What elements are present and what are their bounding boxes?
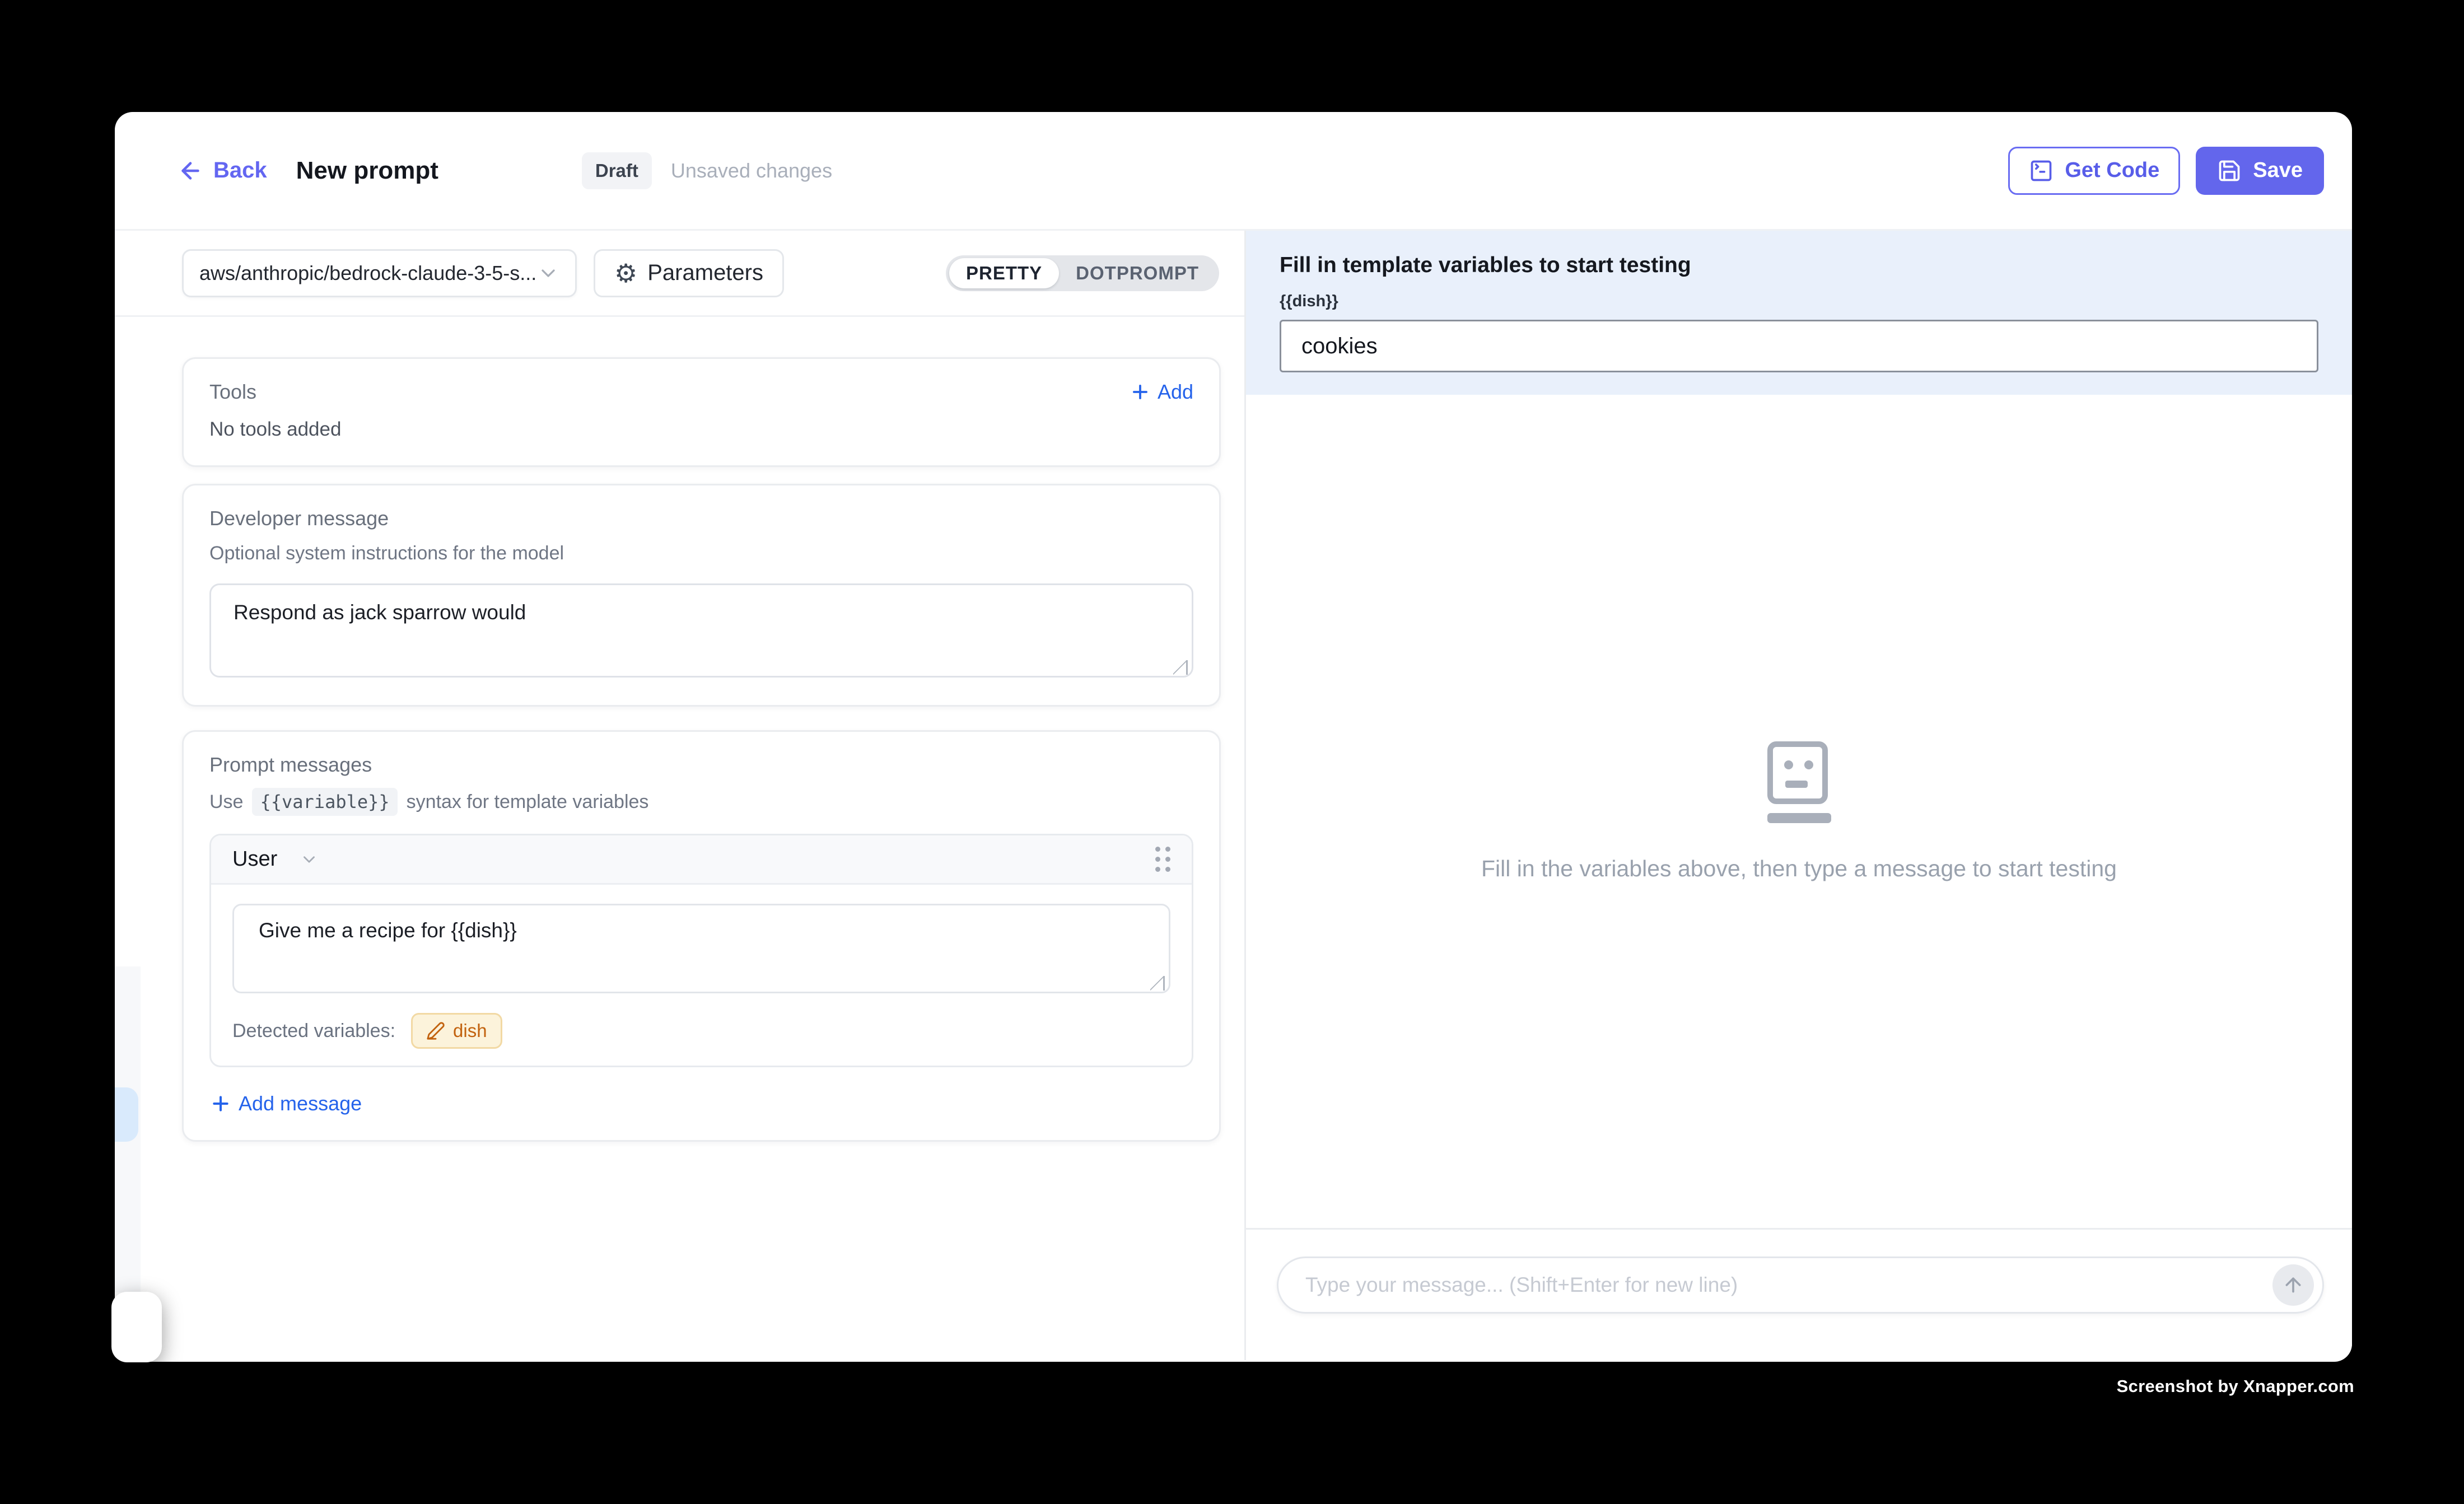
pencil-icon [426,1021,445,1040]
save-icon [2217,158,2242,183]
detected-variables-label: Detected variables: [232,1020,395,1042]
back-button[interactable]: Back [178,158,267,184]
add-tool-button[interactable]: Add [1130,380,1193,404]
unsaved-changes-text: Unsaved changes [671,159,832,183]
message-body: Give me a recipe for {{dish}} Detected v… [211,885,1192,1066]
message-content-input[interactable]: Give me a recipe for {{dish}} [232,904,1170,993]
terminal-icon [2029,158,2054,183]
background-sidebar-sliver [115,966,141,1292]
add-tool-label: Add [1158,380,1193,404]
parameters-label: Parameters [647,260,763,286]
robot-face-icon [1767,741,1831,823]
message-header: User [211,835,1192,885]
tools-title: Tools [209,380,256,404]
background-window-corner [111,1292,162,1362]
variable-value-input[interactable] [1280,320,2318,372]
parameters-button[interactable]: ⚙ Parameters [594,249,784,297]
variable-chip-dish[interactable]: dish [411,1013,502,1049]
get-code-label: Get Code [2065,158,2159,183]
role-select[interactable]: User [232,847,319,871]
get-code-button[interactable]: Get Code [2008,147,2180,195]
gear-icon: ⚙ [614,260,637,286]
save-label: Save [2253,158,2303,183]
hint-suffix: syntax for template variables [407,791,649,813]
watermark-text: Screenshot by Xnapper.com [2117,1376,2354,1396]
page-title: New prompt [296,157,438,185]
background-selected-item [115,1087,138,1142]
add-message-label: Add message [239,1092,362,1115]
chevron-down-icon [537,262,559,284]
prompt-messages-card: Prompt messages Use {{variable}} syntax … [182,730,1221,1142]
model-select[interactable]: aws/anthropic/bedrock-claude-3-5-s... [182,249,577,297]
back-label: Back [213,158,267,183]
model-select-value: aws/anthropic/bedrock-claude-3-5-s... [199,261,536,285]
model-bar: aws/anthropic/bedrock-claude-3-5-s... ⚙ … [115,231,1244,317]
variable-syntax-chip: {{variable}} [252,788,397,816]
test-panel: Fill in template variables to start test… [1246,231,2352,1360]
toggle-option-pretty[interactable]: PRETTY [949,258,1059,288]
chat-message-input[interactable] [1305,1273,2255,1297]
add-message-button[interactable]: Add message [209,1092,1193,1115]
status-badge: Draft [582,152,652,189]
hint-prefix: Use [209,791,243,813]
toggle-option-dotprompt[interactable]: DOTPROMPT [1059,258,1216,288]
plus-icon [1130,381,1151,403]
screenshot-stage: Screenshot by Xnapper.com Back New promp… [0,0,2464,1504]
header: Back New prompt Draft Unsaved changes Ge… [115,112,2352,231]
message-block: User Give me a recipe for {{dish}} [209,834,1193,1067]
chat-input-box [1277,1257,2324,1314]
plus-icon [209,1092,232,1115]
developer-message-subtitle: Optional system instructions for the mod… [209,543,1193,564]
resize-handle-icon[interactable] [1150,976,1165,991]
app-window: Back New prompt Draft Unsaved changes Ge… [115,112,2352,1362]
empty-state-text: Fill in the variables above, then type a… [1481,856,2117,882]
resize-handle-icon[interactable] [1173,660,1188,675]
role-select-value: User [232,847,277,871]
template-variables-heading: Fill in template variables to start test… [1280,253,2318,278]
developer-message-title: Developer message [209,507,1193,530]
arrow-left-icon [178,158,203,184]
arrow-up-icon [2282,1274,2304,1296]
editor-scroll-area: Tools Add No tools added Developer messa… [115,317,1244,1142]
save-button[interactable]: Save [2196,147,2324,195]
developer-message-input[interactable]: Respond as jack sparrow would [209,583,1193,678]
variable-name-label: {{dish}} [1280,292,2318,311]
chat-empty-state: Fill in the variables above, then type a… [1246,395,2352,1228]
chat-input-bar [1246,1228,2352,1360]
send-button[interactable] [2272,1264,2314,1306]
prompt-editor-panel: aws/anthropic/bedrock-claude-3-5-s... ⚙ … [115,231,1246,1360]
developer-message-card: Developer message Optional system instru… [182,484,1221,707]
drag-handle-icon[interactable] [1155,847,1170,872]
variable-chip-label: dish [453,1020,487,1041]
tools-card: Tools Add No tools added [182,357,1221,467]
view-mode-toggle: PRETTY DOTPROMPT [946,255,1219,291]
chevron-down-icon [300,850,319,869]
prompt-messages-title: Prompt messages [209,753,1193,777]
tools-empty-text: No tools added [209,418,1193,441]
template-variables-section: Fill in template variables to start test… [1246,231,2352,395]
